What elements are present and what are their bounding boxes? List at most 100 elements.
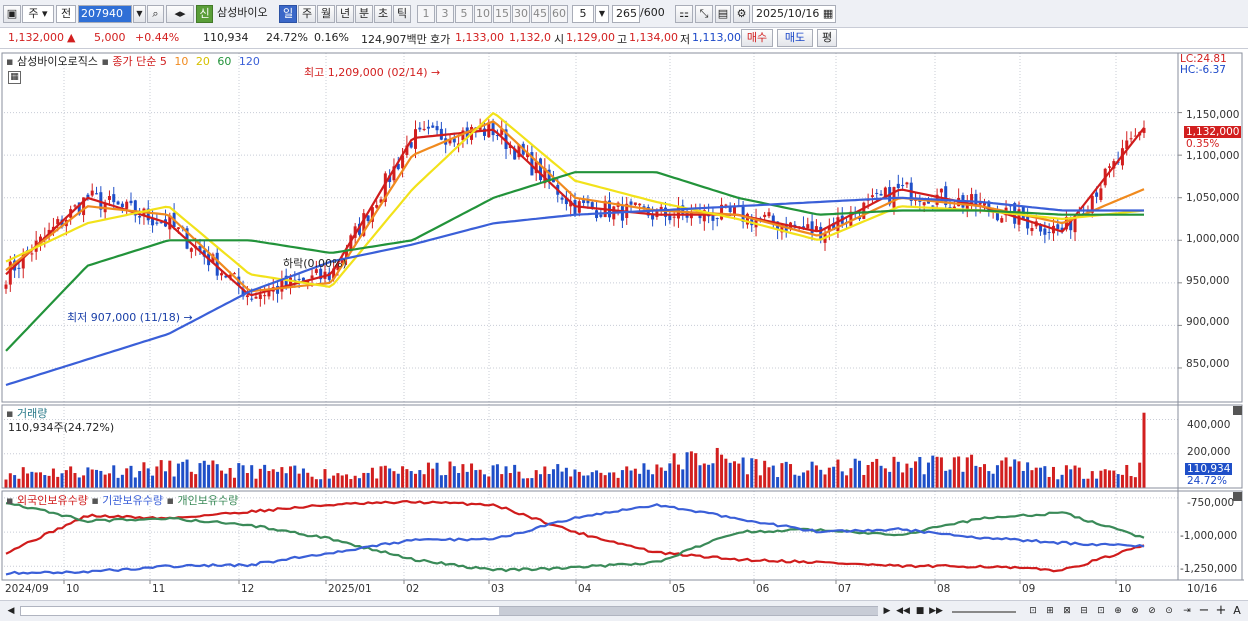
volume-bar bbox=[362, 472, 366, 488]
scroll-track[interactable] bbox=[20, 606, 878, 616]
search-icon[interactable]: ⌕ bbox=[147, 5, 164, 23]
holder-panel-close-icon[interactable] bbox=[1233, 492, 1242, 501]
volume-bar bbox=[534, 470, 538, 488]
period-button-5[interactable]: 초 bbox=[374, 5, 392, 23]
interval-button-45[interactable]: 45 bbox=[531, 5, 549, 23]
expand-icon[interactable]: ⇥ bbox=[1180, 604, 1194, 618]
volume-bar bbox=[827, 467, 831, 488]
volume-bar bbox=[353, 475, 357, 488]
period-button-6[interactable]: 틱 bbox=[393, 5, 411, 23]
candle-body bbox=[232, 273, 236, 275]
magnify-icon[interactable]: ⊙ bbox=[1162, 604, 1176, 618]
zoom-out-icon[interactable]: ⊟ bbox=[1077, 604, 1091, 618]
volume-bar bbox=[1017, 461, 1021, 488]
cursor-icon[interactable]: ⊘ bbox=[1145, 604, 1159, 618]
date-input[interactable]: 2025/10/16 ▦ bbox=[752, 5, 836, 23]
volume-bar bbox=[237, 463, 241, 488]
chart-scrollbar[interactable]: ◀ ▶ ◀◀ ■ ▶▶ ⊡ ⊞ ⊠ ⊟ ⊡ ⊕ ⊗ ⊘ ⊙ ⇥ − + A bbox=[0, 600, 1248, 621]
plus-icon[interactable]: + bbox=[1214, 604, 1228, 618]
price-ytick-0: 1,150,000 bbox=[1186, 109, 1240, 121]
price-ytick-6: 850,000 bbox=[1186, 358, 1230, 370]
volume-bar bbox=[112, 465, 116, 488]
zoom-reset-icon[interactable]: ⊡ bbox=[1094, 604, 1108, 618]
zoom-slider[interactable] bbox=[952, 611, 1016, 613]
stock-label: 삼성바이오로직스 bbox=[16, 55, 98, 68]
volume-bar bbox=[383, 465, 387, 488]
pan-icon[interactable]: ⊕ bbox=[1111, 604, 1125, 618]
volume-bar bbox=[125, 468, 129, 488]
drawing-tool-icon[interactable]: ⤡ bbox=[695, 5, 713, 23]
volume-bar bbox=[207, 464, 211, 488]
font-size-icon[interactable]: A bbox=[1230, 604, 1244, 618]
period-button-1[interactable]: 주 bbox=[298, 5, 316, 23]
stock-code-input[interactable]: 207940 bbox=[78, 5, 132, 23]
volume-bar bbox=[1039, 467, 1043, 488]
period-button-0[interactable]: 일 bbox=[279, 5, 297, 23]
code-dropdown-icon[interactable]: ▼ bbox=[133, 5, 146, 23]
interval-select[interactable]: 5 bbox=[572, 5, 594, 23]
buy-button[interactable]: 매수 bbox=[741, 29, 773, 47]
volume-bar bbox=[1086, 478, 1090, 488]
interval-button-1[interactable]: 1 bbox=[417, 5, 435, 23]
calendar-icon[interactable]: ▦ bbox=[823, 7, 833, 20]
candle-body bbox=[1129, 138, 1133, 140]
volume-bar bbox=[965, 457, 969, 488]
count-input[interactable]: 265 bbox=[612, 5, 640, 23]
volume-bar bbox=[258, 468, 262, 488]
interval-button-15[interactable]: 15 bbox=[493, 5, 511, 23]
average-button[interactable]: 평 bbox=[817, 29, 837, 47]
save-icon[interactable]: ▤ bbox=[715, 5, 731, 23]
count-total-label: /600 bbox=[640, 6, 665, 19]
market-select[interactable]: 주 ▾ bbox=[22, 5, 54, 23]
window-menu-icon[interactable]: ▣ bbox=[3, 5, 21, 23]
volume-bar bbox=[569, 476, 573, 488]
volume-bar bbox=[301, 468, 305, 488]
volume-bar bbox=[530, 478, 534, 488]
period-button-3[interactable]: 년 bbox=[336, 5, 354, 23]
sell-button[interactable]: 매도 bbox=[777, 29, 813, 47]
zoom-box-icon[interactable]: ⊡ bbox=[1026, 604, 1040, 618]
interval-button-30[interactable]: 30 bbox=[512, 5, 530, 23]
zoom-fit-icon[interactable]: ⊠ bbox=[1060, 604, 1074, 618]
chart-type-icon[interactable]: ⚏ bbox=[675, 5, 693, 23]
volume-bar bbox=[21, 467, 25, 488]
volume-bar bbox=[198, 463, 202, 488]
volume-bar bbox=[745, 474, 749, 488]
volume-bar bbox=[452, 466, 456, 488]
period-button-2[interactable]: 월 bbox=[317, 5, 335, 23]
volume-bar bbox=[543, 466, 547, 488]
volume-bar bbox=[379, 466, 383, 488]
zoom-region-icon[interactable]: ⊞ bbox=[1043, 604, 1057, 618]
period-button-4[interactable]: 분 bbox=[355, 5, 373, 23]
volume-panel-close-icon[interactable] bbox=[1233, 406, 1242, 415]
play-forward-icon[interactable]: ▶▶ bbox=[929, 604, 943, 618]
interval-button-3[interactable]: 3 bbox=[436, 5, 454, 23]
scroll-thumb[interactable] bbox=[499, 607, 878, 615]
interval-button-10[interactable]: 10 bbox=[474, 5, 492, 23]
new-listing-badge[interactable]: 신 bbox=[196, 5, 213, 23]
play-back-icon[interactable]: ◀◀ bbox=[896, 604, 910, 618]
turnover-pct: 0.16% bbox=[314, 31, 349, 44]
crosshair-icon[interactable]: ⊗ bbox=[1128, 604, 1142, 618]
stop-icon[interactable]: ■ bbox=[913, 604, 927, 618]
interval-button-5[interactable]: 5 bbox=[455, 5, 473, 23]
interval-button-60[interactable]: 60 bbox=[550, 5, 568, 23]
volume-bar bbox=[539, 474, 543, 488]
minus-icon[interactable]: − bbox=[1197, 604, 1211, 618]
interval-dropdown-icon[interactable]: ▼ bbox=[595, 5, 609, 23]
volume-bar bbox=[603, 475, 607, 488]
candle-body bbox=[1095, 192, 1099, 197]
volume-bar bbox=[461, 464, 465, 488]
scroll-left-icon[interactable]: ◀ bbox=[4, 604, 18, 618]
table-toggle-icon[interactable]: ▦ bbox=[8, 71, 21, 84]
prev-button[interactable]: 전 bbox=[56, 5, 76, 23]
volume-bar bbox=[470, 463, 474, 488]
vol-ytick-200000: 200,000 bbox=[1187, 446, 1231, 458]
settings-gear-icon[interactable]: ⚙ bbox=[733, 5, 750, 23]
candle-body bbox=[1099, 188, 1103, 201]
candle-body bbox=[715, 218, 719, 220]
candle-body bbox=[1000, 218, 1004, 223]
scroll-right-icon[interactable]: ▶ bbox=[880, 604, 894, 618]
prev-next-stock-icon[interactable]: ◂▸ bbox=[166, 5, 194, 23]
volume-bar bbox=[1120, 474, 1124, 488]
